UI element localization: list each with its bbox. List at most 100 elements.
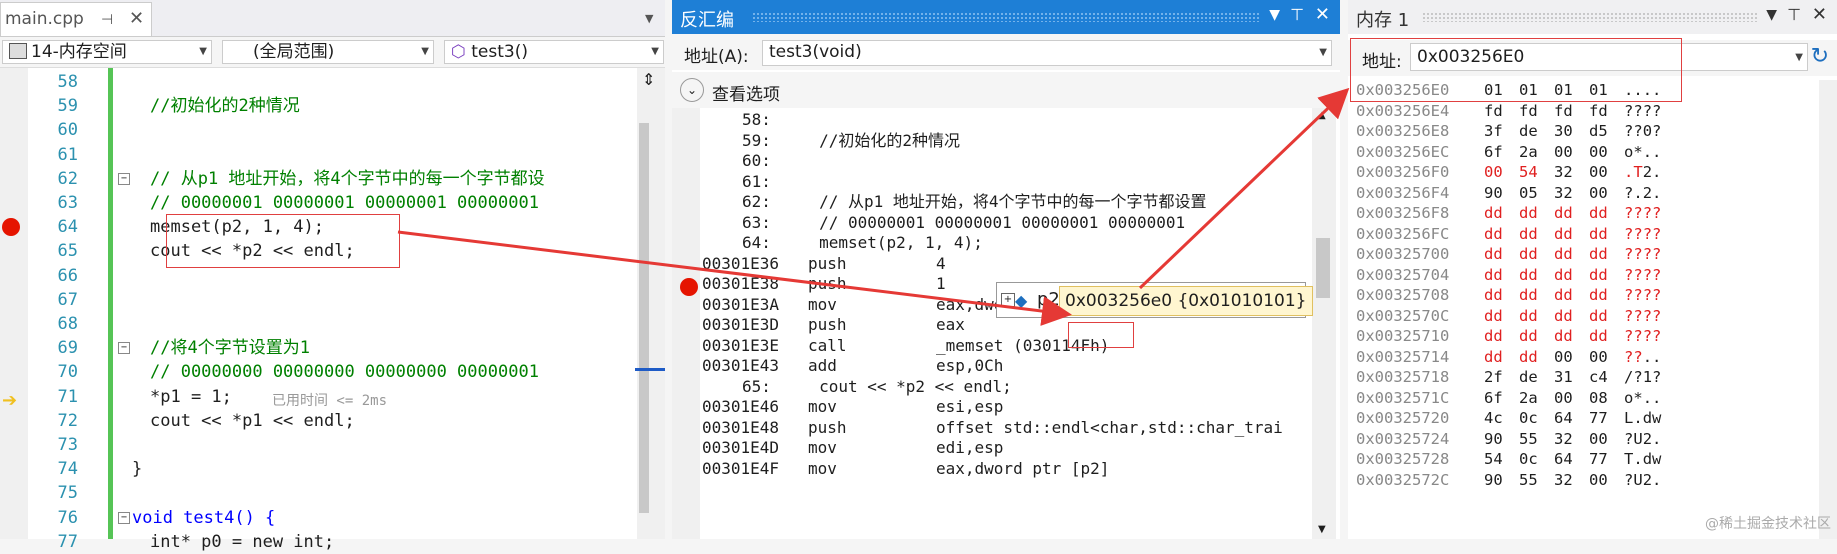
memory-byte[interactable]: 2f xyxy=(1484,367,1503,388)
memory-row[interactable]: 0x0032570C dd dd dd dd???? xyxy=(1356,306,1816,327)
memory-byte[interactable]: dd xyxy=(1589,285,1608,306)
memory-byte[interactable]: 64 xyxy=(1554,449,1573,470)
disassembly-gutter[interactable] xyxy=(672,108,700,539)
memory-byte[interactable]: 00 xyxy=(1484,162,1503,183)
code-line[interactable]: 70 // 00000000 00000000 00000000 00000001 xyxy=(0,360,637,384)
memory-byte[interactable]: 05 xyxy=(1519,183,1538,204)
memory-byte[interactable]: dd xyxy=(1484,306,1503,327)
memory-byte[interactable]: c4 xyxy=(1589,367,1608,388)
code-line[interactable]: 72 cout << *p1 << endl; xyxy=(0,409,637,433)
memory-byte[interactable]: fd xyxy=(1589,101,1608,122)
memory-row[interactable]: 0x003256F4 90 05 32 00 ?.2. xyxy=(1356,183,1816,204)
memory-byte[interactable]: dd xyxy=(1519,203,1538,224)
memory-byte[interactable]: 00 xyxy=(1589,162,1608,183)
expand-icon[interactable]: + xyxy=(1001,293,1015,307)
memory-byte[interactable]: dd xyxy=(1554,224,1573,245)
memory-byte[interactable]: 0c xyxy=(1519,449,1538,470)
source-line-row[interactable]: 59: //初始化的2种情况 xyxy=(702,131,1310,152)
memory-byte[interactable]: dd xyxy=(1554,203,1573,224)
memory-byte[interactable]: 55 xyxy=(1519,429,1538,450)
memory-byte[interactable]: 2a xyxy=(1519,142,1538,163)
code-line[interactable]: 74} xyxy=(0,457,637,481)
source-line-row[interactable]: 64: memset(p2, 1, 4); xyxy=(702,233,1310,254)
scope-combo[interactable]: (全局范围) ▼ xyxy=(222,40,434,64)
memory-byte[interactable]: 90 xyxy=(1484,470,1503,491)
memory-row[interactable]: 0x003256E8 3f de 30 d5 ??0? xyxy=(1356,121,1816,142)
code-line[interactable]: 63 // 00000001 00000001 00000001 00000001 xyxy=(0,191,637,215)
memory-byte[interactable]: 90 xyxy=(1484,429,1503,450)
code-line[interactable]: 67 xyxy=(0,288,637,312)
memory-byte[interactable]: 01 xyxy=(1589,80,1608,101)
memory-byte[interactable]: dd xyxy=(1484,244,1503,265)
memory-byte[interactable]: 00 xyxy=(1589,347,1608,368)
source-line-row[interactable]: 62: // 从p1 地址开始，将4个字节中的每一个字节都设置 xyxy=(702,192,1310,213)
memory-byte[interactable]: dd xyxy=(1554,306,1573,327)
memory-byte[interactable]: 55 xyxy=(1519,470,1538,491)
asm-instruction-row[interactable]: 00301E46 mov esi,esp xyxy=(702,397,1310,418)
memory-byte[interactable]: 00 xyxy=(1554,142,1573,163)
memory-row[interactable]: 0x00325708 dd dd dd dd???? xyxy=(1356,285,1816,306)
memory-byte[interactable]: de xyxy=(1519,121,1538,142)
memory-byte[interactable]: 2a xyxy=(1519,388,1538,409)
memory-scrollbar[interactable] xyxy=(1819,80,1837,539)
memory-byte[interactable]: d5 xyxy=(1589,121,1608,142)
memory-row[interactable]: 0x003256E0 01 01 01 01.... xyxy=(1356,80,1816,101)
asm-instruction-row[interactable]: 00301E4F mov eax,dword ptr [p2] xyxy=(702,459,1310,480)
memory-byte[interactable]: dd xyxy=(1519,347,1538,368)
asm-instruction-row[interactable]: 00301E4D mov edi,esp xyxy=(702,438,1310,459)
memory-row[interactable]: 0x00325700 dd dd dd dd???? xyxy=(1356,244,1816,265)
memory-row[interactable]: 0x00325724 90 55 32 00 ?U2. xyxy=(1356,429,1816,450)
fold-toggle-icon[interactable]: − xyxy=(118,342,130,355)
memory-byte[interactable]: 32 xyxy=(1554,183,1573,204)
memory-byte[interactable]: 77 xyxy=(1589,408,1608,429)
pin-icon[interactable]: ⊤ xyxy=(1290,5,1304,24)
source-line-row[interactable]: 60: xyxy=(702,151,1310,172)
code-line[interactable]: 76 void test4() { xyxy=(0,506,637,530)
code-line[interactable]: 60 xyxy=(0,118,637,142)
memory-byte[interactable]: fd xyxy=(1484,101,1503,122)
memory-byte[interactable]: 08 xyxy=(1589,388,1608,409)
close-icon[interactable]: ✕ xyxy=(1315,4,1330,25)
code-line[interactable]: 75 xyxy=(0,481,637,505)
scrollbar-thumb[interactable] xyxy=(1316,238,1330,298)
asm-instruction-row[interactable]: 00301E3E call _memset (030114Fh) xyxy=(702,336,1310,357)
memory-byte[interactable]: dd xyxy=(1554,285,1573,306)
memory-byte[interactable]: 00 xyxy=(1589,470,1608,491)
memory-row[interactable]: 0x003256FC dd dd dd dd???? xyxy=(1356,224,1816,245)
memory-byte[interactable]: 6f xyxy=(1484,142,1503,163)
memory-byte[interactable]: dd xyxy=(1589,326,1608,347)
memory-byte[interactable]: dd xyxy=(1519,306,1538,327)
code-line[interactable]: 59 //初始化的2种情况 xyxy=(0,94,637,118)
memory-byte[interactable]: 54 xyxy=(1519,162,1538,183)
memory-byte[interactable]: 01 xyxy=(1519,80,1538,101)
source-line-row[interactable]: 58: xyxy=(702,110,1310,131)
source-line-row[interactable]: 65: cout << *p2 << endl; xyxy=(702,377,1310,398)
datatip[interactable]: + ◆ p2 0x003256e0 {0x01010101} xyxy=(996,282,1313,318)
memory-byte[interactable]: dd xyxy=(1554,265,1573,286)
memory-byte[interactable]: dd xyxy=(1484,326,1503,347)
memory-byte[interactable]: fd xyxy=(1554,101,1573,122)
scroll-up-icon[interactable]: ▲ xyxy=(1318,110,1326,121)
code-line[interactable]: 68 xyxy=(0,312,637,336)
tab-main-cpp[interactable]: main.cpp ⊣ ✕ xyxy=(0,2,152,36)
memory-row[interactable]: 0x00325718 2f de 31 c4 /?1? xyxy=(1356,367,1816,388)
source-line-row[interactable]: 61: xyxy=(702,172,1310,193)
memory-byte[interactable]: 00 xyxy=(1554,347,1573,368)
memory-byte[interactable]: 32 xyxy=(1554,470,1573,491)
fold-toggle-icon[interactable]: − xyxy=(118,511,130,524)
code-line[interactable]: 61 xyxy=(0,143,637,167)
memory-byte[interactable]: 00 xyxy=(1589,183,1608,204)
memory-byte[interactable]: dd xyxy=(1484,224,1503,245)
memory-byte[interactable]: 32 xyxy=(1554,429,1573,450)
split-icon[interactable]: ⇕ xyxy=(642,70,655,89)
memory-row[interactable]: 0x003256EC 6f 2a 00 00 o*.. xyxy=(1356,142,1816,163)
memory-row[interactable]: 0x00325704 dd dd dd dd???? xyxy=(1356,265,1816,286)
asm-instruction-row[interactable]: 00301E36 push 4 xyxy=(702,254,1310,275)
memory-byte[interactable]: dd xyxy=(1554,244,1573,265)
memory-byte[interactable]: dd xyxy=(1519,224,1538,245)
memory-byte[interactable]: 77 xyxy=(1589,449,1608,470)
memory-byte[interactable]: dd xyxy=(1484,265,1503,286)
expand-chevron-icon[interactable]: ⌄ xyxy=(680,78,704,102)
pin-icon[interactable]: ⊤ xyxy=(1787,5,1801,24)
memory-byte[interactable]: 00 xyxy=(1589,429,1608,450)
